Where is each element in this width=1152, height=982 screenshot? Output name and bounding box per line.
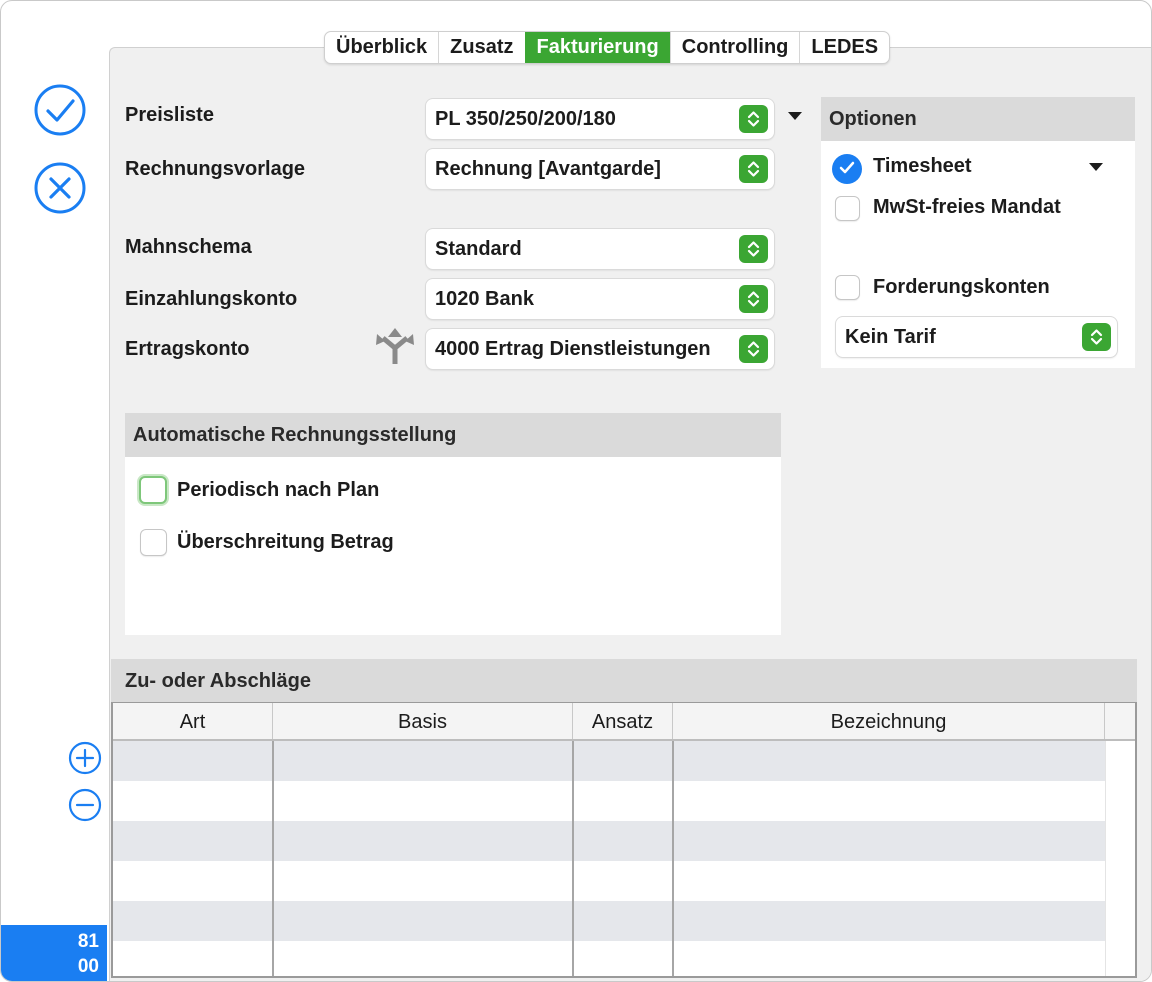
column-divider — [672, 741, 674, 976]
preisliste-select[interactable]: PL 350/250/200/180 — [426, 99, 774, 139]
periodisch-checkbox[interactable] — [139, 476, 167, 504]
einzahlungskonto-label: Einzahlungskonto — [125, 288, 298, 310]
timesheet-menu-triangle-icon[interactable] — [1089, 163, 1103, 171]
plus-circle-icon[interactable] — [68, 741, 102, 775]
table-header: Art Basis Ansatz Bezeichnung — [113, 703, 1135, 741]
preisliste-menu-triangle-icon[interactable] — [788, 112, 802, 120]
badge-line-2: 00 — [77, 956, 99, 977]
column-divider — [272, 741, 274, 976]
tab-controlling[interactable]: Controlling — [669, 32, 800, 63]
mahnschema-value: Standard — [435, 238, 522, 260]
table-row[interactable] — [113, 941, 1105, 976]
table-row[interactable] — [113, 741, 1105, 781]
tab-ueberblick[interactable]: Überblick — [325, 32, 438, 63]
record-number-badge: 81 00 — [1, 925, 107, 981]
badge-line-1: 81 — [77, 931, 99, 952]
stepper-icon — [739, 335, 768, 363]
table-row[interactable] — [113, 861, 1105, 901]
stepper-icon — [1082, 323, 1111, 351]
einzahlungskonto-select[interactable]: 1020 Bank — [426, 279, 774, 319]
minus-circle-icon[interactable] — [68, 788, 102, 822]
table-scrollbar[interactable] — [1105, 741, 1135, 976]
column-header-basis[interactable]: Basis — [273, 703, 573, 739]
auto-billing-header: Automatische Rechnungsstellung — [125, 413, 781, 457]
stepper-icon — [739, 285, 768, 313]
table-row[interactable] — [113, 821, 1105, 861]
periodisch-label: Periodisch nach Plan — [177, 479, 380, 501]
stepper-icon — [739, 155, 768, 183]
timesheet-checkbox[interactable] — [832, 154, 862, 184]
preisliste-value: PL 350/250/200/180 — [435, 108, 616, 130]
mwst-label: MwSt-freies Mandat — [873, 196, 1061, 218]
stepper-icon — [739, 235, 768, 263]
tab-bar: Überblick Zusatz Fakturierung Controllin… — [324, 31, 891, 64]
column-header-art[interactable]: Art — [113, 703, 273, 739]
adjustments-header: Zu- oder Abschläge — [111, 659, 1137, 703]
table-row[interactable] — [113, 901, 1105, 941]
adjustments-table[interactable]: Art Basis Ansatz Bezeichnung — [111, 702, 1137, 978]
cancel-x-icon[interactable] — [34, 162, 86, 214]
mahnschema-select[interactable]: Standard — [426, 229, 774, 269]
einzahlungskonto-value: 1020 Bank — [435, 288, 534, 310]
ertragskonto-label: Ertragskonto — [125, 338, 250, 360]
optionen-header: Optionen — [821, 97, 1135, 141]
tab-zusatz[interactable]: Zusatz — [438, 32, 524, 63]
preisliste-label: Preisliste — [125, 104, 214, 126]
ertragskonto-select[interactable]: 4000 Ertrag Dienstleistungen — [426, 329, 774, 369]
forderungskonten-checkbox[interactable] — [835, 275, 860, 300]
tarif-select[interactable]: Kein Tarif — [836, 317, 1117, 357]
split-arrows-icon[interactable] — [374, 326, 416, 366]
timesheet-label: Timesheet — [873, 155, 972, 177]
table-row[interactable] — [113, 781, 1105, 821]
ertragskonto-value: 4000 Ertrag Dienstleistungen — [435, 338, 711, 360]
confirm-checkmark-icon[interactable] — [34, 84, 86, 136]
ueberschreitung-label: Überschreitung Betrag — [177, 531, 394, 553]
forderungskonten-label: Forderungskonten — [873, 276, 1050, 298]
rechnungsvorlage-label: Rechnungsvorlage — [125, 158, 306, 180]
column-header-ansatz[interactable]: Ansatz — [573, 703, 673, 739]
tab-ledes[interactable]: LEDES — [799, 32, 889, 63]
rechnungsvorlage-select[interactable]: Rechnung [Avantgarde] — [426, 149, 774, 189]
mwst-checkbox[interactable] — [835, 196, 860, 221]
column-divider — [572, 741, 574, 976]
column-header-bezeichnung[interactable]: Bezeichnung — [673, 703, 1105, 739]
tarif-value: Kein Tarif — [845, 326, 936, 348]
ueberschreitung-checkbox[interactable] — [140, 529, 167, 556]
stepper-icon — [739, 105, 768, 133]
mahnschema-label: Mahnschema — [125, 236, 252, 258]
window: 81 00 Überblick Zusatz Fakturierung Cont… — [0, 0, 1152, 982]
rechnungsvorlage-value: Rechnung [Avantgarde] — [435, 158, 661, 180]
tab-fakturierung[interactable]: Fakturierung — [524, 32, 670, 63]
